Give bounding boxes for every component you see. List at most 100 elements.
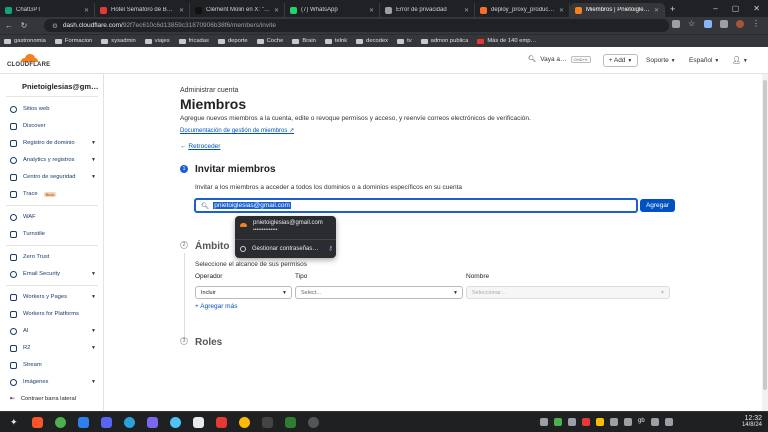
bookmark-item[interactable]: admon publica bbox=[420, 38, 468, 44]
close-tab-icon[interactable]: ✕ bbox=[369, 7, 374, 14]
close-tab-icon[interactable]: ✕ bbox=[179, 7, 184, 14]
menu-dots-icon[interactable]: ⋮ bbox=[752, 20, 760, 28]
sidebar-item-analytics-y-registros[interactable]: Analytics y registros ▼ bbox=[10, 155, 100, 165]
email-input[interactable]: 🔍︎ pnietoiglesias@gmail.com bbox=[194, 198, 638, 213]
app-icon[interactable] bbox=[216, 417, 227, 428]
app-icon[interactable] bbox=[55, 417, 66, 428]
site-info-icon[interactable]: ⚙ bbox=[52, 22, 58, 30]
support-menu[interactable]: Soporte ▼ bbox=[646, 57, 676, 64]
add-more-link[interactable]: + Agregar más bbox=[195, 303, 237, 310]
reload-icon[interactable]: ↻ bbox=[18, 21, 30, 30]
tray-icon[interactable] bbox=[610, 418, 618, 426]
tray-icon[interactable] bbox=[540, 418, 548, 426]
close-tab-icon[interactable]: ✕ bbox=[464, 7, 469, 14]
bookmark-item[interactable]: tv bbox=[397, 38, 412, 44]
bookmark-item[interactable]: Coche bbox=[256, 38, 283, 44]
tray-icon[interactable] bbox=[596, 418, 604, 426]
back-arrow-icon[interactable]: ← bbox=[3, 21, 15, 30]
tray-icon[interactable] bbox=[568, 418, 576, 426]
bookmark-item[interactable]: decodex bbox=[356, 38, 388, 44]
sidebar-item-centro-de-seguridad[interactable]: Centro de seguridad ▼ bbox=[10, 172, 100, 182]
back-link[interactable]: ← Retroceder bbox=[180, 143, 220, 150]
sidebar-item-stream[interactable]: Stream bbox=[10, 360, 100, 370]
autofill-suggestion[interactable]: pnietoiglesias@gmail.com •••••••••••••• bbox=[240, 220, 323, 233]
wifi-icon[interactable] bbox=[650, 418, 659, 426]
bookmark-item[interactable]: Más de 140 emp… bbox=[477, 38, 536, 44]
account-name[interactable]: Pnietoiglesias@gm… bbox=[22, 82, 99, 91]
vscode-icon[interactable] bbox=[78, 417, 89, 428]
extension-icon[interactable] bbox=[720, 20, 728, 28]
chrome-icon[interactable] bbox=[239, 417, 250, 428]
app-icon[interactable] bbox=[308, 417, 319, 428]
mail-icon[interactable] bbox=[193, 417, 204, 428]
tray-icon[interactable] bbox=[582, 418, 590, 426]
start-menu-icon[interactable]: ✦ bbox=[10, 417, 21, 428]
close-tab-icon[interactable]: ✕ bbox=[84, 7, 89, 14]
translate-icon[interactable] bbox=[672, 20, 680, 28]
sidebar-item-im-genes[interactable]: Imágenes ▼ bbox=[10, 377, 100, 387]
sidebar-item-ai[interactable]: AI ▼ bbox=[10, 326, 100, 336]
telegram-icon[interactable] bbox=[124, 417, 135, 428]
browser-tab[interactable]: Clément Molin en X: "~Per… ✕ bbox=[190, 3, 285, 17]
close-tab-icon[interactable]: ✕ bbox=[274, 7, 279, 14]
brave-browser-icon[interactable] bbox=[32, 417, 43, 428]
bookmark-item[interactable]: Formacion bbox=[54, 38, 92, 44]
new-tab-button[interactable]: + bbox=[670, 4, 675, 14]
discord-icon[interactable] bbox=[101, 417, 112, 428]
sidebar-item-waf[interactable]: WAF bbox=[10, 212, 100, 222]
app-icon[interactable] bbox=[170, 417, 181, 428]
maximize-icon[interactable]: ▢ bbox=[732, 4, 740, 13]
browser-tab[interactable]: Hotel Semáforo de Bares ✕ bbox=[95, 3, 190, 17]
sidebar-item-workers-for-platforms[interactable]: Workers for Platforms bbox=[10, 309, 100, 319]
terminal-icon[interactable] bbox=[262, 417, 273, 428]
bookmark-item[interactable]: deporte bbox=[217, 38, 248, 44]
tray-icon[interactable] bbox=[624, 418, 632, 426]
clock[interactable]: 12:32 14/8/24 bbox=[742, 415, 762, 429]
app-icon[interactable] bbox=[285, 417, 296, 428]
extension-icon[interactable] bbox=[704, 20, 712, 28]
bookmark-item[interactable]: viajes bbox=[144, 38, 170, 44]
browser-tab[interactable]: Error de privacidad ✕ bbox=[380, 3, 475, 17]
cloudflare-logo[interactable]: CLOUDFLARE bbox=[7, 53, 53, 69]
url-bar[interactable]: ⚙ dash.cloudflare.com/92f7ec610c6d13859c… bbox=[44, 19, 669, 32]
browser-tab[interactable]: ChatGPT ✕ bbox=[0, 3, 95, 17]
sidebar-item-registro-de-dominio[interactable]: Registro de dominio ▼ bbox=[10, 138, 100, 148]
app-icon[interactable] bbox=[147, 417, 158, 428]
close-window-icon[interactable]: ✕ bbox=[753, 4, 760, 13]
close-tab-icon[interactable]: ✕ bbox=[654, 7, 659, 14]
language-menu[interactable]: Español ▼ bbox=[689, 57, 719, 64]
sidebar-item-workers-y-pages[interactable]: Workers y Pages ▼ bbox=[10, 292, 100, 302]
bookmark-item[interactable]: sysadmin bbox=[101, 38, 136, 44]
bookmark-item[interactable]: gastronomia bbox=[4, 38, 46, 44]
sidebar-item-discover[interactable]: Discover bbox=[10, 121, 100, 131]
sidebar-item-zero-trust[interactable]: Zero Trust bbox=[10, 252, 100, 262]
bookmark-item[interactable]: telnk bbox=[324, 38, 347, 44]
bookmark-item[interactable]: fricadas bbox=[178, 38, 209, 44]
tray-language[interactable]: gb bbox=[638, 418, 645, 426]
volume-icon[interactable] bbox=[664, 418, 673, 426]
operator-select[interactable]: Incluir ▼ bbox=[195, 286, 292, 299]
close-tab-icon[interactable]: ✕ bbox=[559, 7, 564, 14]
sidebar-item-r2[interactable]: R2 ▼ bbox=[10, 343, 100, 353]
type-select[interactable]: Select... ▼ bbox=[295, 286, 463, 299]
sidebar-item-sitios-web[interactable]: Sitios web bbox=[10, 104, 100, 114]
browser-tab[interactable]: (7) WhatsApp ✕ bbox=[285, 3, 380, 17]
docs-link[interactable]: Documentación de gestión de miembros ↗ bbox=[180, 127, 294, 134]
user-menu[interactable]: 👤︎ ▼ bbox=[732, 56, 748, 64]
browser-tab[interactable]: Miembros | Pnietoiglesias… ✕ bbox=[570, 3, 665, 17]
bookmark-item[interactable]: Brain bbox=[292, 38, 316, 44]
bookmark-star-icon[interactable]: ☆ bbox=[688, 20, 696, 28]
browser-tab[interactable]: deploy_proxy_production ✕ bbox=[475, 3, 570, 17]
profile-avatar-icon[interactable] bbox=[736, 20, 744, 28]
collapse-sidebar-button[interactable]: ⇤ Contraer barra lateral bbox=[10, 396, 76, 402]
manage-passwords-item[interactable]: Gestionar contraseñas… ⚷ bbox=[240, 245, 333, 252]
goto-search[interactable]: 🔍︎ Vaya a… CMD+K bbox=[528, 55, 591, 63]
minimize-icon[interactable]: – bbox=[713, 4, 717, 13]
add-member-button[interactable]: Agregar bbox=[640, 199, 675, 212]
sidebar-item-email-security[interactable]: Email Security ▼ bbox=[10, 269, 100, 279]
sidebar-item-trace[interactable]: Trace Beta bbox=[10, 189, 100, 199]
tray-icon[interactable] bbox=[554, 418, 562, 426]
sidebar-item-turnstile[interactable]: Turnstile bbox=[10, 229, 100, 239]
scrollbar-thumb[interactable] bbox=[763, 80, 767, 390]
add-button[interactable]: + Add ▼ bbox=[603, 54, 638, 67]
